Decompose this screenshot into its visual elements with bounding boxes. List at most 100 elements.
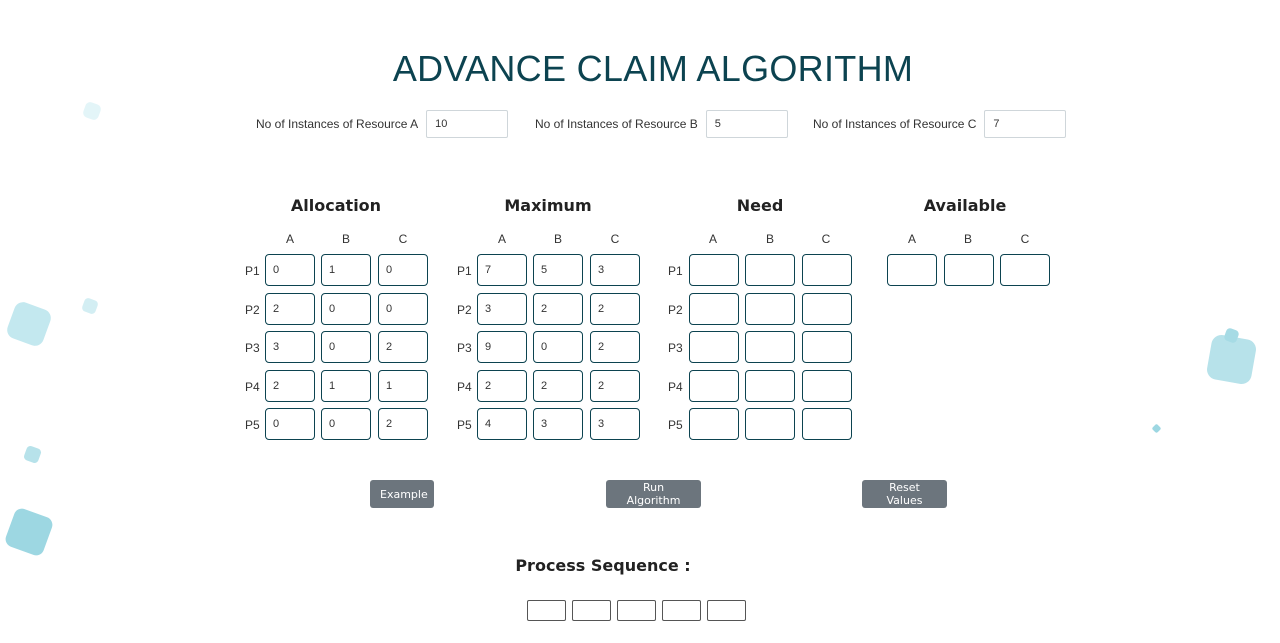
column-header: C: [398, 232, 408, 246]
maximum-cell[interactable]: [590, 331, 640, 363]
maximum-cell[interactable]: [533, 254, 583, 286]
process-label: P5: [457, 418, 472, 432]
available-title: Available: [923, 196, 1007, 215]
column-header: A: [708, 232, 717, 246]
column-header: C: [821, 232, 831, 246]
process-sequence-title: Process Sequence :: [515, 556, 691, 575]
resource-b-label: No of Instances of Resource B: [535, 117, 698, 131]
allocation-cell[interactable]: [265, 293, 315, 325]
column-header: B: [341, 232, 350, 246]
column-header: B: [553, 232, 562, 246]
allocation-cell[interactable]: [265, 408, 315, 440]
maximum-cell[interactable]: [590, 293, 640, 325]
decor-shape: [4, 299, 54, 349]
need-cell[interactable]: [689, 331, 739, 363]
maximum-cell[interactable]: [590, 254, 640, 286]
need-cell[interactable]: [802, 370, 852, 402]
allocation-cell[interactable]: [265, 331, 315, 363]
available-cell[interactable]: [887, 254, 937, 286]
maximum-cell[interactable]: [590, 370, 640, 402]
process-label: P4: [457, 380, 472, 394]
need-cell[interactable]: [802, 331, 852, 363]
maximum-cell[interactable]: [533, 370, 583, 402]
maximum-cell[interactable]: [477, 293, 527, 325]
resource-b-group: No of Instances of Resource B: [535, 110, 788, 138]
maximum-cell[interactable]: [533, 293, 583, 325]
available-cell[interactable]: [944, 254, 994, 286]
column-header: A: [907, 232, 916, 246]
available-cell[interactable]: [1000, 254, 1050, 286]
allocation-cell[interactable]: [321, 254, 371, 286]
need-cell[interactable]: [802, 254, 852, 286]
process-label: P4: [245, 380, 260, 394]
allocation-cell[interactable]: [378, 293, 428, 325]
allocation-cell[interactable]: [378, 408, 428, 440]
decor-shape: [81, 100, 103, 122]
allocation-cell[interactable]: [378, 331, 428, 363]
need-cell[interactable]: [745, 331, 795, 363]
process-label: P5: [245, 418, 260, 432]
need-cell[interactable]: [745, 370, 795, 402]
decor-shape: [3, 506, 55, 558]
need-cell[interactable]: [802, 408, 852, 440]
reset-values-button[interactable]: Reset Values: [862, 480, 947, 508]
need-cell[interactable]: [689, 370, 739, 402]
process-label: P3: [245, 341, 260, 355]
allocation-cell[interactable]: [321, 331, 371, 363]
sequence-slot: [707, 600, 746, 621]
allocation-cell[interactable]: [321, 408, 371, 440]
example-button[interactable]: Example: [370, 480, 434, 508]
sequence-slot: [527, 600, 566, 621]
process-label: P1: [457, 264, 472, 278]
need-cell[interactable]: [745, 408, 795, 440]
need-cell[interactable]: [689, 254, 739, 286]
maximum-cell[interactable]: [533, 331, 583, 363]
need-cell[interactable]: [689, 293, 739, 325]
allocation-cell[interactable]: [321, 293, 371, 325]
process-label: P5: [668, 418, 683, 432]
resource-c-group: No of Instances of Resource C: [813, 110, 1067, 138]
column-header: C: [610, 232, 620, 246]
allocation-cell[interactable]: [265, 254, 315, 286]
sequence-slot: [662, 600, 701, 621]
resource-c-label: No of Instances of Resource C: [813, 117, 977, 131]
need-cell[interactable]: [689, 408, 739, 440]
decor-shape: [22, 444, 43, 465]
column-header: B: [765, 232, 774, 246]
sequence-slot: [572, 600, 611, 621]
resource-a-label: No of Instances of Resource A: [256, 117, 419, 131]
need-cell[interactable]: [745, 293, 795, 325]
column-header: A: [285, 232, 294, 246]
maximum-title: Maximum: [504, 196, 592, 215]
allocation-title: Allocation: [290, 196, 382, 215]
process-label: P1: [245, 264, 260, 278]
process-label: P3: [457, 341, 472, 355]
allocation-cell[interactable]: [378, 370, 428, 402]
maximum-cell[interactable]: [477, 408, 527, 440]
maximum-cell[interactable]: [533, 408, 583, 440]
maximum-cell[interactable]: [477, 370, 527, 402]
maximum-cell[interactable]: [477, 331, 527, 363]
resource-c-input[interactable]: [984, 110, 1067, 138]
column-header: B: [963, 232, 972, 246]
maximum-cell[interactable]: [477, 254, 527, 286]
process-label: P2: [668, 303, 683, 317]
need-cell[interactable]: [802, 293, 852, 325]
process-label: P3: [668, 341, 683, 355]
process-label: P2: [457, 303, 472, 317]
resource-a-group: No of Instances of Resource A: [256, 110, 509, 138]
allocation-cell[interactable]: [265, 370, 315, 402]
need-cell[interactable]: [745, 254, 795, 286]
allocation-cell[interactable]: [321, 370, 371, 402]
column-header: C: [1020, 232, 1030, 246]
resource-b-input[interactable]: [705, 110, 788, 138]
resource-a-input[interactable]: [426, 110, 509, 138]
process-label: P1: [668, 264, 683, 278]
need-title: Need: [736, 196, 784, 215]
sequence-slot: [617, 600, 656, 621]
decor-shape: [1151, 423, 1162, 434]
allocation-cell[interactable]: [378, 254, 428, 286]
run-algorithm-button[interactable]: Run Algorithm: [606, 480, 701, 508]
maximum-cell[interactable]: [590, 408, 640, 440]
process-label: P2: [245, 303, 260, 317]
